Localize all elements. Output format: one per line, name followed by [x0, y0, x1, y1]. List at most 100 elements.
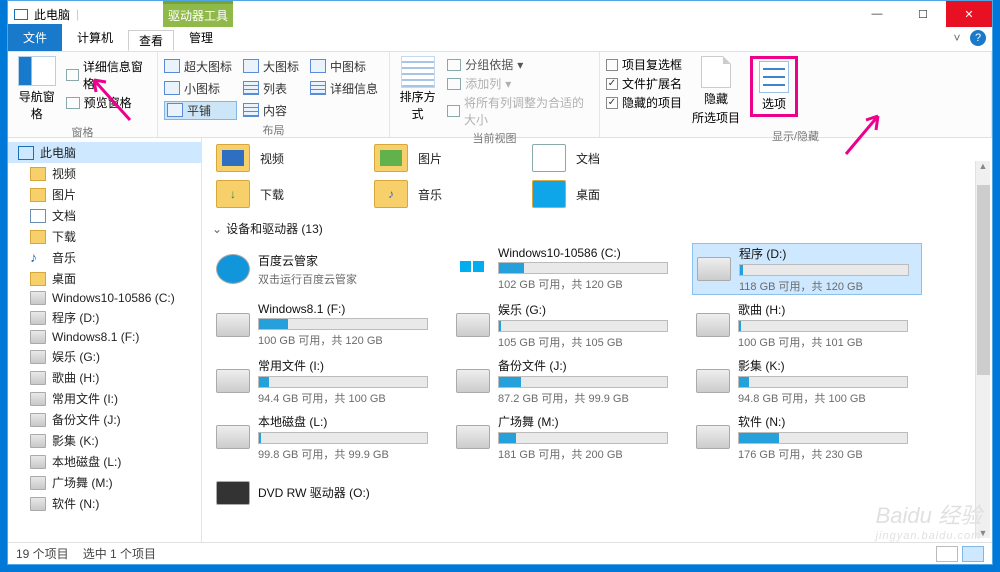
layout-medium[interactable]: 中图标	[310, 58, 383, 75]
tree-item[interactable]: 图片	[8, 184, 201, 205]
folder-item[interactable]: 音乐	[374, 180, 442, 208]
tab-manage[interactable]: 管理	[174, 24, 228, 51]
drive-usage-bar	[738, 320, 908, 332]
scrollbar-thumb[interactable]	[977, 185, 990, 375]
drive-icon	[456, 369, 490, 393]
drive-item[interactable]: 程序 (D:)118 GB 可用，共 120 GB	[692, 243, 922, 295]
main-content[interactable]: 视频 图片 文档 下载 音乐 桌面 ⌄ 设备和驱动器 (13) 百度云管家双击运行百度云…	[202, 138, 992, 542]
collapse-ribbon-icon[interactable]: ˅	[950, 31, 964, 45]
drives-section-header[interactable]: ⌄ 设备和驱动器 (13)	[212, 220, 982, 237]
size-all-columns-button: 将所有列调整为合适的大小	[447, 94, 593, 128]
maximize-button[interactable]: ☐	[900, 1, 946, 27]
drive-name: 常用文件 (I:)	[258, 357, 438, 374]
drive-item[interactable]: 备份文件 (J:)87.2 GB 可用，共 99.9 GB	[452, 355, 682, 407]
tree-item-icon: ♪	[30, 251, 46, 265]
navigation-pane-label[interactable]: 导航窗格	[14, 88, 60, 122]
tree-item[interactable]: 软件 (N:)	[8, 493, 201, 514]
chevron-down-icon: ⌄	[212, 222, 222, 236]
tree-item[interactable]: 桌面	[8, 268, 201, 289]
tree-item[interactable]: 影集 (K:)	[8, 430, 201, 451]
folder-item[interactable]: 图片	[374, 144, 442, 172]
file-extensions-toggle[interactable]: ✓文件扩展名	[606, 75, 682, 92]
tree-item[interactable]: 备份文件 (J:)	[8, 409, 201, 430]
preview-pane-button[interactable]: 预览窗格	[66, 94, 151, 111]
tree-item-icon	[30, 209, 46, 223]
drive-item[interactable]: Windows8.1 (F:)100 GB 可用，共 120 GB	[212, 299, 442, 351]
hide-selected-button[interactable]: 隐藏 所选项目	[692, 56, 740, 126]
tree-item[interactable]: 歌曲 (H:)	[8, 367, 201, 388]
add-columns-button: 添加列 ▾	[447, 75, 593, 92]
drive-sub: 87.2 GB 可用，共 99.9 GB	[498, 390, 678, 406]
folder-label: 下载	[260, 186, 284, 203]
scroll-up-icon[interactable]: ▲	[979, 161, 988, 171]
tree-item[interactable]: Windows10-10586 (C:)	[8, 289, 201, 307]
sort-by-button[interactable]: 排序方式	[396, 88, 439, 122]
layout-content[interactable]: 内容	[243, 102, 304, 119]
tree-item-label: Windows10-10586 (C:)	[52, 291, 175, 305]
folder-item[interactable]: 下载	[216, 180, 284, 208]
sort-icon[interactable]	[401, 56, 435, 88]
tree-item-icon	[30, 272, 46, 286]
tree-item[interactable]: 文档	[8, 205, 201, 226]
scroll-down-icon[interactable]: ▼	[979, 528, 988, 538]
drive-item[interactable]: 百度云管家双击运行百度云管家	[212, 243, 442, 295]
group-by-button[interactable]: 分组依据 ▾	[447, 56, 593, 73]
tree-item[interactable]: 娱乐 (G:)	[8, 346, 201, 367]
layout-list[interactable]: 列表	[243, 80, 304, 97]
view-tiles-switch[interactable]	[962, 546, 984, 562]
tree-item[interactable]: 此电脑	[8, 142, 201, 163]
tree-item[interactable]: Windows8.1 (F:)	[8, 328, 201, 346]
drive-icon	[216, 254, 250, 284]
close-button[interactable]: ✕	[946, 1, 992, 27]
drive-usage-bar	[738, 432, 908, 444]
navigation-pane-icon[interactable]	[18, 56, 56, 86]
layout-details[interactable]: 详细信息	[310, 80, 383, 97]
tab-view[interactable]: 查看	[128, 30, 174, 51]
layout-large[interactable]: 大图标	[243, 58, 304, 75]
drive-item[interactable]: 广场舞 (M:)181 GB 可用，共 200 GB	[452, 411, 682, 463]
view-details-switch[interactable]	[936, 546, 958, 562]
tree-item[interactable]: 下载	[8, 226, 201, 247]
tree-item-label: 备份文件 (J:)	[52, 411, 121, 428]
drive-sub: 100 GB 可用，共 120 GB	[258, 332, 438, 348]
folder-item[interactable]: 视频	[216, 144, 284, 172]
drive-item[interactable]: 歌曲 (H:)100 GB 可用，共 101 GB	[692, 299, 922, 351]
drive-item[interactable]: 娱乐 (G:)105 GB 可用，共 105 GB	[452, 299, 682, 351]
drive-usage-bar	[498, 320, 668, 332]
tab-file[interactable]: 文件	[8, 24, 62, 51]
folder-item[interactable]: 桌面	[532, 180, 600, 208]
ribbon-tabs: 文件 计算机 查看 管理 ˅ ?	[8, 27, 992, 51]
tree-item[interactable]: ♪音乐	[8, 247, 201, 268]
folder-item[interactable]: 文档	[532, 144, 600, 172]
tree-item-label: 软件 (N:)	[52, 495, 99, 512]
drive-sub: 105 GB 可用，共 105 GB	[498, 334, 678, 350]
minimize-button[interactable]: —	[854, 1, 900, 27]
drive-item[interactable]: DVD RW 驱动器 (O:)	[212, 467, 442, 519]
tree-item[interactable]: 广场舞 (M:)	[8, 472, 201, 493]
drive-name: Windows10-10586 (C:)	[498, 246, 678, 260]
tree-item[interactable]: 常用文件 (I:)	[8, 388, 201, 409]
layout-extra-large[interactable]: 超大图标	[164, 58, 237, 75]
drive-icon	[456, 425, 490, 449]
drive-item[interactable]: 本地磁盘 (L:)99.8 GB 可用，共 99.9 GB	[212, 411, 442, 463]
folder-label: 音乐	[418, 186, 442, 203]
layout-tiles[interactable]: 平铺	[164, 101, 237, 120]
options-button[interactable]: 选项	[750, 56, 798, 117]
tab-computer[interactable]: 计算机	[62, 24, 128, 51]
navigation-tree[interactable]: 此电脑视频图片文档下载♪音乐桌面 Windows10-10586 (C:) 程序 (…	[8, 138, 202, 542]
details-pane-button[interactable]: 详细信息窗格	[66, 58, 151, 92]
tree-item[interactable]: 程序 (D:)	[8, 307, 201, 328]
tree-item[interactable]: 本地磁盘 (L:)	[8, 451, 201, 472]
tree-item[interactable]: 视频	[8, 163, 201, 184]
drive-item[interactable]: 软件 (N:)176 GB 可用，共 230 GB	[692, 411, 922, 463]
item-checkboxes-toggle[interactable]: 项目复选框	[606, 56, 682, 73]
tree-item-icon	[30, 188, 46, 202]
drive-item[interactable]: Windows10-10586 (C:)102 GB 可用，共 120 GB	[452, 243, 682, 295]
hidden-items-toggle[interactable]: ✓隐藏的项目	[606, 94, 682, 111]
vertical-scrollbar[interactable]: ▲ ▼	[975, 161, 990, 538]
tree-item-icon	[30, 350, 46, 364]
layout-small[interactable]: 小图标	[164, 80, 237, 97]
drive-item[interactable]: 影集 (K:)94.8 GB 可用，共 100 GB	[692, 355, 922, 407]
help-icon[interactable]: ?	[970, 30, 986, 46]
drive-item[interactable]: 常用文件 (I:)94.4 GB 可用，共 100 GB	[212, 355, 442, 407]
